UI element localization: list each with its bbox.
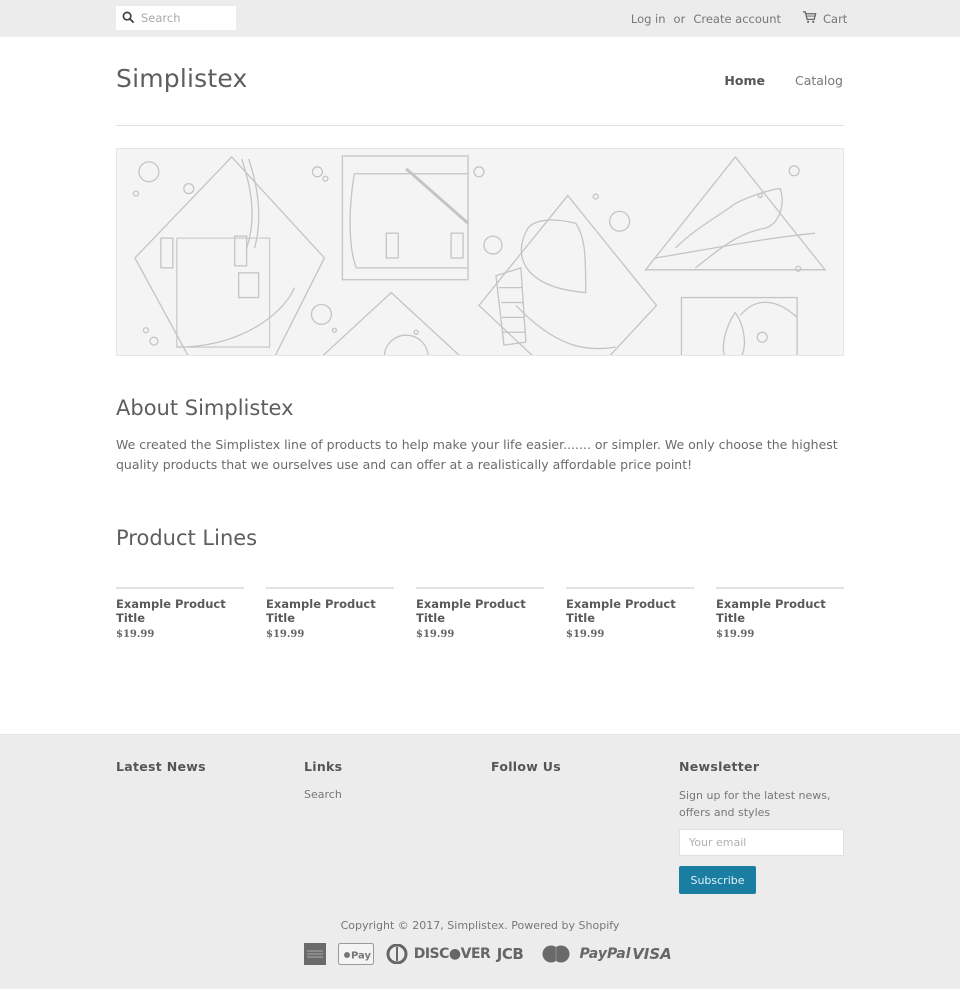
product-card[interactable]: Example Product Title $19.99 [566, 587, 694, 640]
footer-links: Links Search [304, 759, 342, 801]
footer-latest-news: Latest News [116, 759, 206, 774]
newsletter-email-input[interactable] [679, 829, 844, 856]
cart-icon [802, 10, 823, 27]
product-grid: Example Product Title $19.99 Example Pro… [116, 587, 844, 640]
product-card[interactable]: Example Product Title $19.99 [716, 587, 844, 640]
newsletter-text: Sign up for the latest news, offers and … [679, 789, 831, 819]
search-icon[interactable] [122, 9, 135, 28]
top-utility-bar: Log in or Create account Cart [0, 0, 960, 37]
newsletter-heading: Newsletter [679, 759, 760, 774]
mastercard-icon [533, 942, 579, 966]
product-title[interactable]: Example Product Title [266, 597, 394, 625]
payment-icons: Pay DISC●VER JCB PayPal VISA [295, 942, 673, 966]
footer-newsletter: Newsletter Sign up for the latest news, … [679, 759, 844, 894]
product-price: $19.99 [716, 629, 755, 640]
header-divider [116, 125, 844, 126]
search-input[interactable] [141, 11, 233, 25]
footer-search-link[interactable]: Search [304, 788, 342, 801]
product-card[interactable]: Example Product Title $19.99 [416, 587, 544, 640]
copyright-store-link[interactable]: Simplistex [447, 919, 504, 932]
hero-banner [116, 148, 844, 356]
copyright-powered: . Powered by Shopify [504, 919, 620, 932]
search-box[interactable] [116, 6, 236, 30]
jcb-icon: JCB [496, 945, 524, 963]
product-title[interactable]: Example Product Title [716, 597, 844, 625]
nav-catalog[interactable]: Catalog [795, 73, 843, 88]
product-price: $19.99 [266, 629, 305, 640]
product-card[interactable]: Example Product Title $19.99 [266, 587, 394, 640]
product-price: $19.99 [116, 629, 155, 640]
discover-icon: DISC●VER [413, 946, 491, 962]
copyright: Copyright © 2017, Simplistex. Powered by… [0, 919, 960, 932]
cart-label: Cart [823, 11, 848, 26]
svg-text:Pay: Pay [351, 951, 372, 962]
visa-icon: VISA [632, 945, 672, 963]
about-title: About Simplistex [116, 396, 294, 420]
or-separator: or [673, 12, 686, 26]
product-title[interactable]: Example Product Title [116, 597, 244, 625]
about-text: We created the Simplistex line of produc… [116, 437, 838, 472]
product-card[interactable]: Example Product Title $19.99 [116, 587, 244, 640]
product-title[interactable]: Example Product Title [566, 597, 694, 625]
product-title[interactable]: Example Product Title [416, 597, 544, 625]
latest-news-heading: Latest News [116, 759, 206, 774]
subscribe-button[interactable]: Subscribe [679, 866, 756, 894]
amex-icon [295, 942, 335, 966]
cart-link[interactable]: Cart [802, 10, 847, 27]
copyright-prefix: Copyright © 2017, [340, 919, 448, 932]
site-footer: Latest News Links Search Follow Us Newsl… [0, 734, 960, 989]
store-logo[interactable]: Simplistex [116, 64, 248, 93]
links-heading: Links [304, 759, 343, 774]
product-price: $19.99 [416, 629, 455, 640]
follow-us-heading: Follow Us [491, 759, 561, 774]
diners-club-icon [377, 942, 417, 966]
main-nav: Home Catalog [724, 73, 843, 88]
create-account-link[interactable]: Create account [693, 12, 781, 26]
product-price: $19.99 [566, 629, 605, 640]
product-lines-title: Product Lines [116, 526, 258, 550]
login-link[interactable]: Log in [631, 12, 666, 26]
paypal-icon: PayPal [579, 946, 631, 962]
nav-home[interactable]: Home [724, 73, 765, 88]
account-links: Log in or Create account [631, 12, 781, 26]
footer-follow-us: Follow Us [491, 759, 561, 774]
apple-pay-icon: Pay [335, 942, 377, 966]
product-illustration-icon [132, 155, 827, 355]
